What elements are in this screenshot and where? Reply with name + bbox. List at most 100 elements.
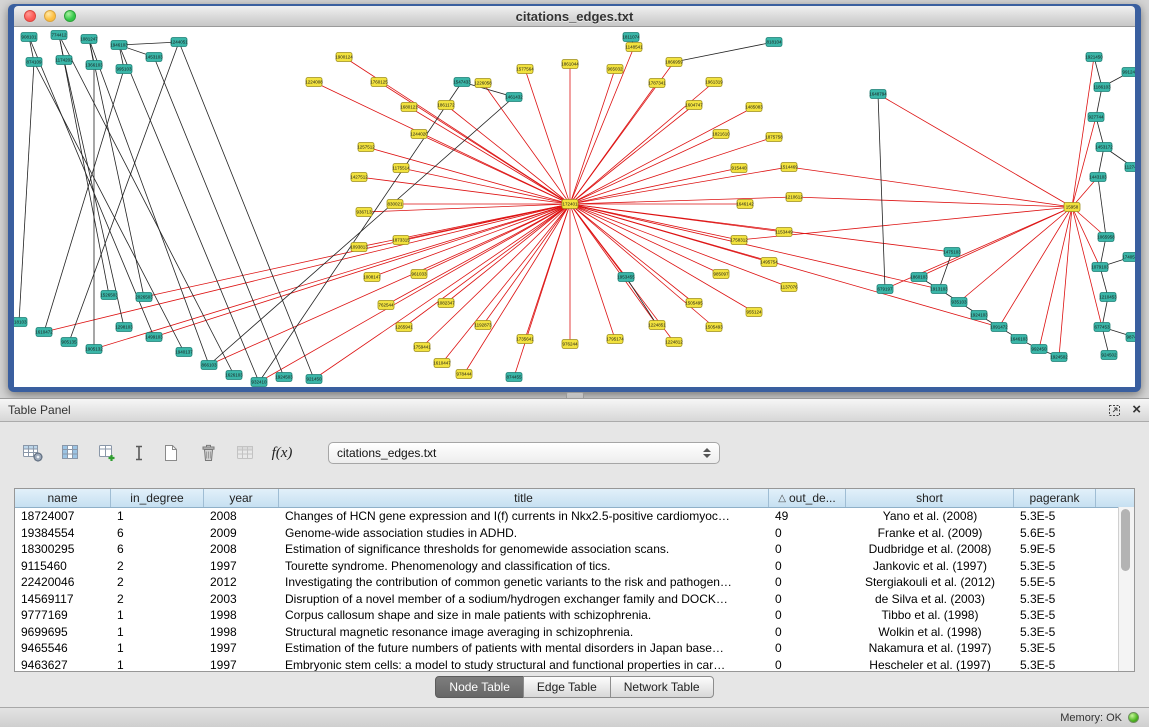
network-node[interactable]: 932410 [251, 378, 267, 387]
network-node[interactable]: 818103 [14, 318, 27, 327]
network-node[interactable]: 1795174 [606, 335, 624, 344]
network-node[interactable]: 2026503 [135, 293, 153, 302]
network-node[interactable]: 1646142 [736, 200, 754, 209]
network-node[interactable]: 1224812 [665, 338, 683, 347]
network-node[interactable]: 1940137 [175, 348, 193, 357]
network-node[interactable]: 1366103 [85, 61, 103, 70]
network-edge[interactable] [1059, 207, 1072, 357]
network-node[interactable]: 1226058 [474, 79, 492, 88]
network-node[interactable]: 1224851 [648, 321, 666, 330]
column-header-title[interactable]: title [279, 489, 769, 507]
network-edge[interactable] [939, 252, 952, 289]
network-node[interactable]: 1485083 [745, 103, 763, 112]
network-node[interactable]: 1475103 [943, 248, 961, 257]
tab-edge-table[interactable]: Edge Table [523, 676, 611, 698]
network-edge[interactable] [570, 204, 754, 312]
network-node[interactable]: 1680121 [400, 103, 418, 112]
network-edge[interactable] [525, 69, 570, 204]
network-edge[interactable] [789, 167, 1072, 207]
network-node[interactable]: 1461432 [505, 93, 523, 102]
close-panel-icon[interactable]: × [1132, 402, 1141, 418]
network-node[interactable]: 1453103 [145, 53, 163, 62]
table-row[interactable]: 1456911722003Disruption of a novel membe… [15, 591, 1134, 608]
table-row[interactable]: 1938455462009Genome-wide association stu… [15, 525, 1134, 542]
network-edge[interactable] [878, 94, 1072, 207]
network-edge[interactable] [570, 204, 952, 252]
network-edge[interactable] [959, 207, 1072, 302]
network-node[interactable]: 1505493 [705, 323, 723, 332]
network-node[interactable]: 1443103 [1089, 173, 1107, 182]
network-edge[interactable] [570, 204, 721, 274]
network-node[interactable]: 1079103 [1091, 263, 1109, 272]
network-node[interactable]: 1861172 [437, 101, 455, 110]
network-edge[interactable] [1072, 57, 1094, 207]
network-node[interactable]: 935103 [951, 298, 967, 307]
table-scrollbar-thumb[interactable] [1121, 509, 1130, 571]
table-mode-icon[interactable] [20, 440, 46, 466]
network-edge[interactable] [570, 47, 634, 204]
network-node[interactable]: 830021 [387, 200, 403, 209]
network-node[interactable]: 1298103 [115, 323, 133, 332]
network-node[interactable]: 927744 [1088, 113, 1104, 122]
network-node[interactable]: 1913103 [930, 285, 948, 294]
network-node[interactable]: 1961319 [705, 78, 723, 87]
network-node[interactable]: 1427512 [350, 173, 368, 182]
network-node[interactable]: 1759441 [413, 343, 431, 352]
network-node[interactable]: 1861044 [561, 60, 579, 69]
network-node[interactable]: 1186103 [1093, 83, 1111, 92]
network-node[interactable]: 1811074 [622, 33, 640, 42]
function-builder-button[interactable]: f(x) [269, 440, 295, 466]
network-edge[interactable] [29, 37, 154, 337]
network-node[interactable]: 1265941 [395, 323, 413, 332]
close-window-button[interactable] [24, 10, 36, 22]
network-edge[interactable] [154, 204, 570, 337]
network-edge[interactable] [34, 62, 184, 352]
network-node[interactable]: 905135 [61, 338, 77, 347]
table-scrollbar[interactable] [1118, 507, 1134, 671]
network-node[interactable]: 1224008 [305, 78, 323, 87]
network-node[interactable]: 1760125 [370, 78, 388, 87]
network-node[interactable]: 1604747 [685, 101, 703, 110]
network-node[interactable]: 1127453 [1124, 163, 1135, 172]
row-height-icon[interactable] [131, 440, 147, 466]
network-node[interactable]: 985097 [713, 270, 729, 279]
network-node[interactable]: 1953455 [617, 273, 635, 282]
table-row[interactable]: 1872400712008Changes of HCN gene express… [15, 508, 1134, 525]
network-node[interactable]: 1153449 [775, 228, 793, 237]
network-edge[interactable] [570, 204, 657, 325]
table-row[interactable]: 969969511998Structural magnetic resonanc… [15, 624, 1134, 641]
network-edge[interactable] [570, 204, 789, 287]
network-edge[interactable] [483, 83, 570, 204]
network-node[interactable]: 908101 [21, 33, 37, 42]
column-header-name[interactable]: name [15, 489, 111, 507]
column-header-short[interactable]: short [846, 489, 1014, 507]
tab-network-table[interactable]: Network Table [610, 676, 714, 698]
network-node[interactable]: 874109 [26, 58, 42, 67]
network-edge[interactable] [259, 204, 570, 382]
table-row[interactable]: 946554611997Estimation of the future num… [15, 640, 1134, 657]
network-node[interactable]: 961033 [411, 270, 427, 279]
column-header-out-de-[interactable]: △out_de... [769, 489, 846, 507]
network-node[interactable]: 1924503 [275, 373, 293, 382]
new-table-icon[interactable] [158, 440, 184, 466]
network-node[interactable]: 921450 [306, 375, 322, 384]
network-edge[interactable] [94, 204, 570, 349]
network-node[interactable]: 866103 [201, 361, 217, 370]
tab-node-table[interactable]: Node Table [435, 676, 524, 698]
network-edge[interactable] [89, 39, 144, 297]
network-node[interactable]: 1924502 [1050, 353, 1068, 362]
network-node[interactable]: 762544 [378, 301, 394, 310]
network-canvas[interactable]: 1724011861044965032178734116047471821610… [14, 27, 1135, 387]
network-node[interactable]: 1577564 [516, 65, 534, 74]
network-edge[interactable] [1098, 177, 1106, 237]
network-edge[interactable] [570, 204, 714, 327]
network-graph[interactable]: 1724011861044965032178734116047471821610… [14, 27, 1135, 387]
network-node[interactable]: 1821610 [712, 130, 730, 139]
network-node[interactable]: 1860103 [910, 273, 928, 282]
network-node[interactable]: 1740554 [1122, 253, 1135, 262]
network-node[interactable]: 976244 [562, 340, 578, 349]
network-node[interactable]: 965032 [607, 65, 623, 74]
network-edge[interactable] [570, 204, 999, 327]
window-titlebar[interactable]: citations_edges.txt [14, 6, 1135, 27]
network-edge[interactable] [379, 82, 570, 204]
